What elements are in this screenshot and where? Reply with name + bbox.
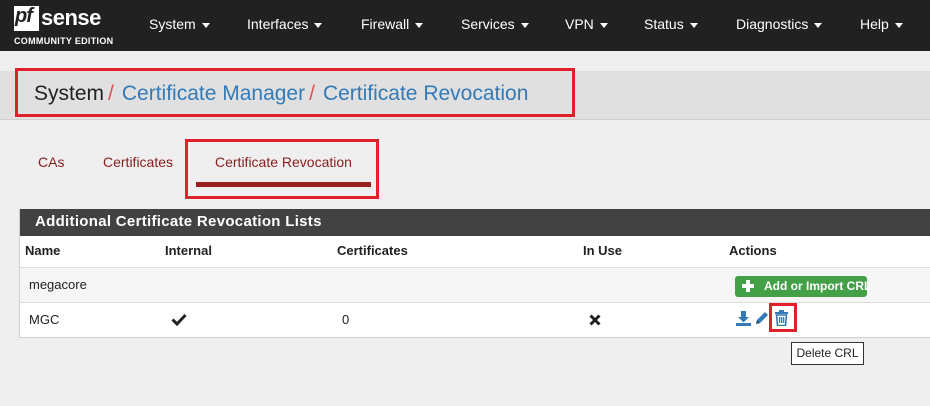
column-header-certificates: Certificates [337, 243, 408, 258]
nav-firewall-label: Firewall [361, 16, 410, 32]
pencil-icon[interactable] [754, 310, 770, 326]
caret-down-icon [814, 22, 823, 28]
nav-help[interactable]: Help [860, 0, 903, 51]
tab-highlight-box [185, 139, 379, 199]
nav-interfaces-label: Interfaces [247, 16, 309, 32]
crl-panel: Additional Certificate Revocation Lists … [19, 209, 930, 338]
column-header-actions: Actions [729, 243, 777, 258]
panel-header: Additional Certificate Revocation Lists [20, 209, 930, 236]
caret-down-icon [520, 22, 529, 28]
top-navbar: pf sense COMMUNITY EDITION System Interf… [0, 0, 930, 51]
x-icon [589, 314, 601, 326]
row-name-mgc: MGC [29, 312, 60, 327]
nav-services-label: Services [461, 16, 515, 32]
add-or-import-crl-button[interactable]: Add or Import CRL [735, 276, 871, 297]
nav-help-label: Help [860, 16, 889, 32]
caret-down-icon [415, 22, 424, 28]
trash-highlight-box [769, 303, 797, 332]
nav-vpn-label: VPN [565, 16, 594, 32]
plus-icon [742, 280, 754, 292]
caret-down-icon [894, 22, 903, 28]
nav-interfaces[interactable]: Interfaces [247, 0, 323, 51]
column-header-in-use: In Use [583, 243, 623, 258]
nav-vpn[interactable]: VPN [565, 0, 608, 51]
logo-edition-text: COMMUNITY EDITION [14, 36, 114, 46]
row-certificates-count: 0 [342, 312, 350, 327]
caret-down-icon [201, 22, 210, 28]
nav-diagnostics[interactable]: Diagnostics [736, 0, 823, 51]
nav-system[interactable]: System [149, 0, 210, 51]
caret-down-icon [689, 22, 698, 28]
check-icon [171, 313, 187, 326]
logo-pf-text: pf [15, 5, 33, 27]
nav-firewall[interactable]: Firewall [361, 0, 424, 51]
nav-status[interactable]: Status [644, 0, 698, 51]
tab-certificates[interactable]: Certificates [103, 154, 173, 170]
panel-title: Additional Certificate Revocation Lists [35, 213, 322, 230]
caret-down-icon [599, 22, 608, 28]
column-header-name: Name [25, 243, 61, 258]
pfsense-logo[interactable]: pf sense COMMUNITY EDITION [14, 5, 124, 46]
nav-services[interactable]: Services [461, 0, 529, 51]
nav-diagnostics-label: Diagnostics [736, 16, 809, 32]
download-icon[interactable] [735, 310, 752, 327]
row-name-megacore: megacore [29, 277, 87, 292]
column-header-internal: Internal [165, 243, 212, 258]
delete-crl-tooltip: Delete CRL [791, 342, 864, 365]
add-or-import-crl-label: Add or Import CRL [764, 279, 872, 293]
nav-system-label: System [149, 16, 196, 32]
nav-status-label: Status [644, 16, 684, 32]
logo-sense-text: sense [41, 5, 101, 30]
tab-cas[interactable]: CAs [38, 154, 64, 170]
breadcrumb-highlight-box [15, 68, 575, 117]
caret-down-icon [314, 22, 323, 28]
